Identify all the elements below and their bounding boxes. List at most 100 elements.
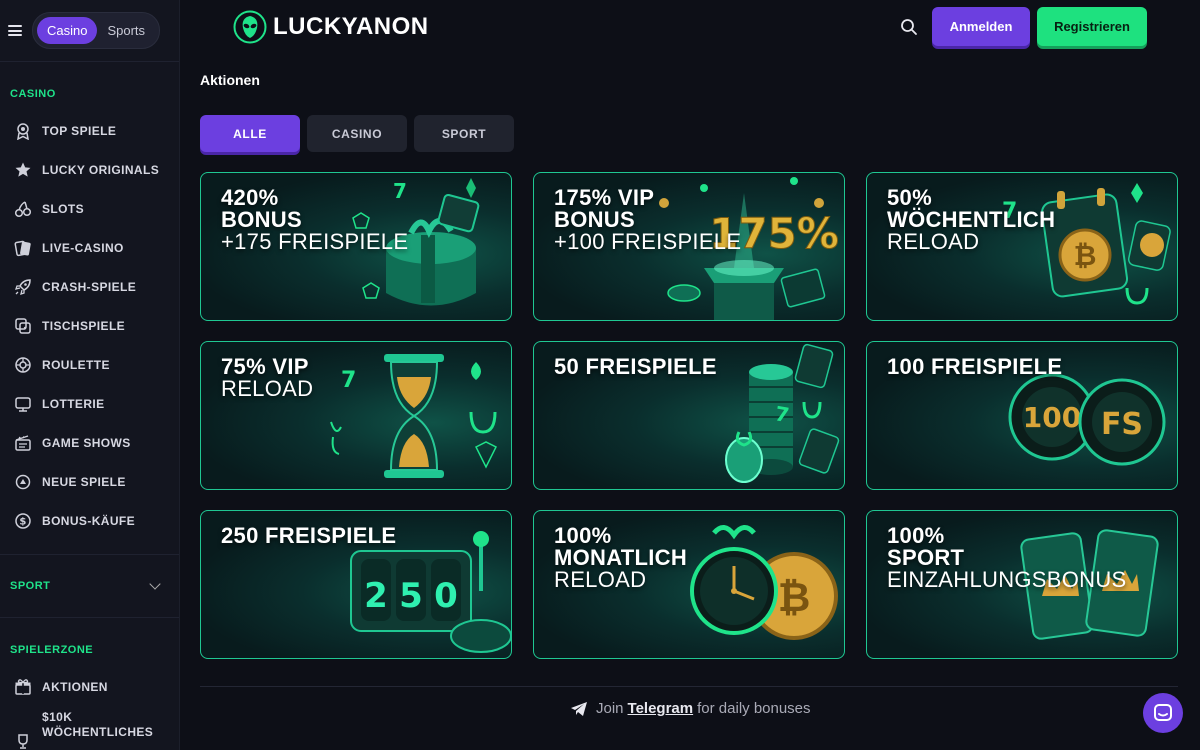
promo-line-2: SPORT xyxy=(887,545,965,570)
sidebar-item-label: $10K WÖCHENTLICHES xyxy=(42,710,154,739)
promo-line-2: BONUS xyxy=(221,207,302,232)
svg-text:$: $ xyxy=(19,516,26,527)
sidebar-item-top-spiele[interactable]: TOP SPIELE xyxy=(0,111,179,150)
promo-art-label: FS xyxy=(1101,407,1143,442)
promo-line-1: 100% xyxy=(554,523,612,548)
casino-section-title: CASINO xyxy=(10,88,56,100)
promo-card[interactable]: 100 FREISPIELE 100 FS xyxy=(866,341,1178,490)
promo-title: 50 FREISPIELE xyxy=(554,356,717,378)
sidebar-item-bonus-kaeufe[interactable]: $ BONUS-KÄUFE xyxy=(0,501,179,540)
hourglass-illustration: 7 xyxy=(330,354,498,478)
telegram-suffix: for daily bonuses xyxy=(697,700,811,717)
brand-logo[interactable]: LUCKYANON xyxy=(233,10,429,44)
promo-card[interactable]: 175% VIP BONUS +100 FREISPIELE 175% xyxy=(533,172,845,321)
sidebar-item-crash-spiele[interactable]: CRASH-SPIELE xyxy=(0,267,179,306)
sidebar-item-weekly-10k[interactable]: $10K WÖCHENTLICHES xyxy=(0,706,179,750)
sidebar-item-neue-spiele[interactable]: NEUE SPIELE xyxy=(0,462,179,501)
casino-nav-list: TOP SPIELE LUCKY ORIGINALS SLOTS LIVE-CA… xyxy=(0,111,179,540)
sidebar-item-label: AKTIONEN xyxy=(42,679,108,694)
svg-text:₿: ₿ xyxy=(778,575,811,621)
promo-card[interactable]: 100% MONATLICH RELOAD ₿ xyxy=(533,510,845,659)
promo-card[interactable]: 50 FREISPIELE 7 xyxy=(533,341,845,490)
brand-name: LUCKYANON xyxy=(273,13,429,40)
promo-title: 100 FREISPIELE xyxy=(887,356,1062,378)
sidebar-item-label: TOP SPIELE xyxy=(42,123,117,138)
sidebar-sport-toggle[interactable]: SPORT xyxy=(0,555,179,617)
promo-line-1: 420% xyxy=(221,185,279,210)
promo-title: 100% MONATLICH RELOAD xyxy=(554,525,687,591)
gift-icon xyxy=(15,678,31,695)
telegram-prefix: Join xyxy=(596,700,624,717)
tab-sport-filter[interactable]: SPORT xyxy=(414,115,514,152)
casino-sports-toggle: Casino Sports xyxy=(32,12,161,49)
promo-line-3: RELOAD xyxy=(554,567,647,592)
new-games-icon xyxy=(15,474,31,489)
content-divider xyxy=(200,686,1178,687)
promo-line-1: 250 FREISPIELE xyxy=(221,523,397,548)
promo-title: 175% VIP BONUS +100 FREISPIELE xyxy=(554,187,741,253)
slot-reel-digit: 2 xyxy=(364,576,388,616)
medal-icon xyxy=(17,122,29,140)
promo-line-1: 100 FREISPIELE xyxy=(887,354,1063,379)
sidebar: Casino Sports CASINO TOP SPIELE LUCKY OR… xyxy=(0,0,180,750)
sidebar-item-label: SLOTS xyxy=(42,201,85,216)
tab-sports[interactable]: Sports xyxy=(97,17,155,44)
promo-art-number: 100 xyxy=(1023,401,1081,434)
sidebar-item-label: LIVE-CASINO xyxy=(42,240,124,255)
tab-alle[interactable]: ALLE xyxy=(200,115,300,152)
rocket-icon xyxy=(15,278,31,295)
chat-support-button[interactable] xyxy=(1143,693,1183,733)
promo-card[interactable]: 50% WÖCHENTLICH RELOAD ₿ 7 xyxy=(866,172,1178,321)
sidebar-item-lotterie[interactable]: LOTTERIE xyxy=(0,384,179,423)
promo-line-1: 75% VIP xyxy=(221,354,309,379)
sidebar-item-aktionen[interactable]: AKTIONEN xyxy=(0,667,179,706)
promo-title: 420% BONUS +175 FREISPIELE xyxy=(221,187,408,253)
sidebar-item-game-shows[interactable]: GAME SHOWS xyxy=(0,423,179,462)
promo-line-3: EINZAHLUNGSBONUS xyxy=(887,567,1127,592)
cherry-icon xyxy=(14,200,32,217)
hamburger-menu-icon[interactable] xyxy=(8,25,22,36)
sidebar-item-slots[interactable]: SLOTS xyxy=(0,189,179,228)
promo-title: 250 FREISPIELE xyxy=(221,525,396,547)
promo-title: 50% WÖCHENTLICH RELOAD xyxy=(887,187,1055,253)
promo-card[interactable]: 420% BONUS +175 FREISPIELE 7 xyxy=(200,172,512,321)
sidebar-item-tischspiele[interactable]: TISCHSPIELE xyxy=(0,306,179,345)
page-title: Aktionen xyxy=(200,72,260,88)
promo-line-3: +100 FREISPIELE xyxy=(554,229,742,254)
promo-line-3: RELOAD xyxy=(887,229,980,254)
promo-line-2: MONATLICH xyxy=(554,545,688,570)
live-cards-icon xyxy=(14,240,31,256)
tab-casino[interactable]: Casino xyxy=(37,17,98,44)
sidebar-item-live-casino[interactable]: LIVE-CASINO xyxy=(0,228,179,267)
promo-line-2: BONUS xyxy=(554,207,635,232)
promo-title: 75% VIP RELOAD xyxy=(221,356,313,400)
sidebar-item-label: GAME SHOWS xyxy=(42,435,131,450)
promo-filter-tabs: ALLE CASINO SPORT xyxy=(200,115,521,152)
promo-card[interactable]: 100% SPORT EINZAHLUNGSBONUS xyxy=(866,510,1178,659)
telegram-icon xyxy=(571,701,587,716)
sidebar-item-lucky-originals[interactable]: LUCKY ORIGINALS xyxy=(0,150,179,189)
sidebar-item-label: LOTTERIE xyxy=(42,396,105,411)
promo-line-1: 50 FREISPIELE xyxy=(554,354,717,379)
svg-text:₿: ₿ xyxy=(1074,239,1097,272)
alien-logo-icon xyxy=(233,10,267,44)
promo-card[interactable]: 75% VIP RELOAD 7 xyxy=(200,341,512,490)
promo-line-1: 175% VIP xyxy=(554,185,655,210)
sidebar-item-label: NEUE SPIELE xyxy=(42,474,126,489)
tab-casino-filter[interactable]: CASINO xyxy=(307,115,407,152)
promo-line-2: WÖCHENTLICH xyxy=(887,207,1056,232)
chevron-down-icon xyxy=(149,578,161,590)
sidebar-item-roulette[interactable]: ROULETTE xyxy=(0,345,179,384)
slot-reel-digit: 5 xyxy=(399,576,423,616)
sidebar-header: Casino Sports xyxy=(0,0,179,62)
promo-title: 100% SPORT EINZAHLUNGSBONUS xyxy=(887,525,1127,591)
chat-icon xyxy=(1154,704,1172,721)
roulette-icon xyxy=(15,356,31,373)
telegram-link[interactable]: Telegram xyxy=(628,700,694,717)
register-button[interactable]: Registrieren xyxy=(1037,7,1147,46)
promo-card[interactable]: 250 FREISPIELE 2 5 0 xyxy=(200,510,512,659)
table-games-icon xyxy=(15,317,31,334)
login-button[interactable]: Anmelden xyxy=(932,7,1030,46)
search-icon[interactable] xyxy=(898,16,920,38)
promo-line-1: 50% xyxy=(887,185,932,210)
